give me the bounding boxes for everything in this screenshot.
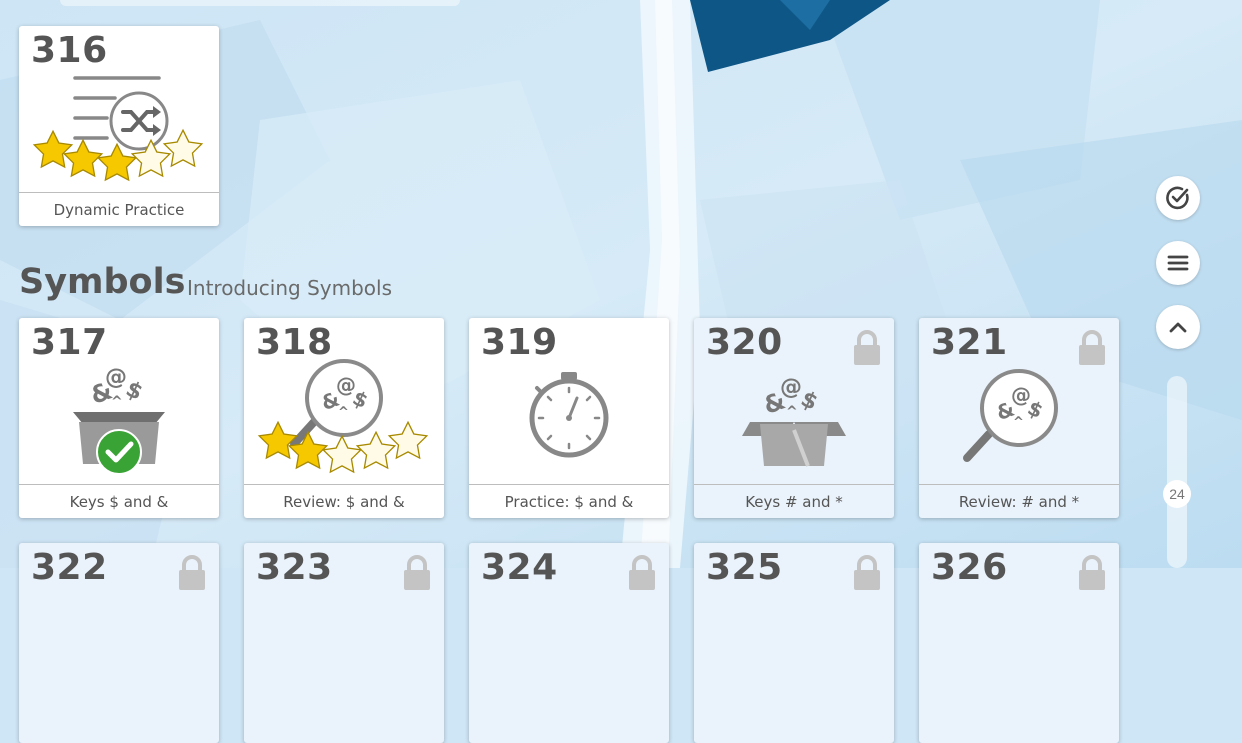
star-rating: [32, 128, 204, 182]
lesson-label: Dynamic Practice: [19, 192, 219, 226]
scroll-position-badge[interactable]: 24: [1163, 480, 1191, 508]
lesson-card-316[interactable]: 316 Dynamic Practice: [19, 26, 219, 226]
menu-icon: [1167, 255, 1189, 271]
lesson-card-317[interactable]: 317 @ & $ ^ Keys $ and &: [19, 318, 219, 518]
lesson-card-319[interactable]: 319 Practice: $ and &: [469, 318, 669, 518]
symbols-box-icon: @ & $ ^: [73, 365, 165, 475]
svg-text:^: ^: [1013, 415, 1024, 430]
lesson-scrollbar[interactable]: [1167, 376, 1187, 568]
lesson-card-318[interactable]: 318 @ & $ ^ Review: $ and &: [244, 318, 444, 518]
svg-text:^: ^: [786, 404, 798, 420]
lesson-label: Review: $ and &: [244, 484, 444, 518]
top-panel-edge: [60, 0, 460, 6]
progress-check-button[interactable]: [1156, 176, 1200, 220]
chevron-up-icon: [1169, 322, 1187, 333]
svg-text:@: @: [1011, 383, 1031, 407]
lesson-card-321[interactable]: 321 @ & $ ^ Review: # and *: [919, 318, 1119, 518]
check-circle-icon: [1166, 186, 1189, 210]
lesson-label: Keys # and *: [694, 484, 894, 518]
stopwatch-icon: [529, 372, 609, 458]
svg-text:^: ^: [111, 394, 123, 410]
magnifier-symbols-icon: @ & $ ^: [963, 369, 1058, 462]
lesson-card-322[interactable]: 322: [19, 543, 219, 743]
menu-button[interactable]: [1156, 241, 1200, 285]
lesson-card-324[interactable]: 324: [469, 543, 669, 743]
lesson-card-326[interactable]: 326: [919, 543, 1119, 743]
lock-icon: [854, 555, 880, 590]
open-box-symbols-icon: @ & $ ^: [742, 375, 846, 467]
lesson-label: Review: # and *: [919, 484, 1119, 518]
lock-icon: [629, 555, 655, 590]
lesson-label: Practice: $ and &: [469, 484, 669, 518]
section-subtitle: Introducing Symbols: [187, 276, 393, 300]
lesson-card-320[interactable]: 320 @ & $ ^ Keys # and *: [694, 318, 894, 518]
lock-icon: [404, 555, 430, 590]
star-rating: [257, 420, 429, 474]
lesson-label: Keys $ and &: [19, 484, 219, 518]
lesson-card-325[interactable]: 325: [694, 543, 894, 743]
lock-icon: [179, 555, 205, 590]
section-title: Symbols: [19, 262, 186, 302]
lesson-card-323[interactable]: 323: [244, 543, 444, 743]
scroll-top-button[interactable]: [1156, 305, 1200, 349]
lock-icon: [1079, 555, 1105, 590]
svg-text:@: @: [780, 375, 802, 400]
